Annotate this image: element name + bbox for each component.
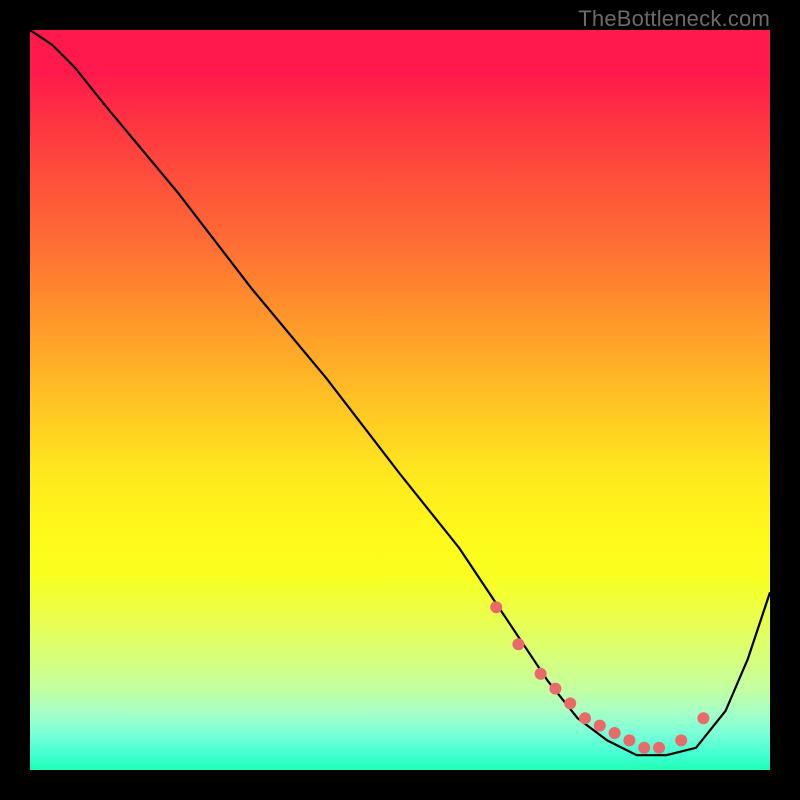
- optimal-marker: [653, 742, 665, 754]
- optimal-marker: [594, 720, 606, 732]
- optimal-marker: [490, 601, 502, 613]
- bottleneck-curve: [30, 30, 770, 755]
- optimal-marker: [675, 734, 687, 746]
- optimal-marker: [697, 712, 709, 724]
- plot-area: [30, 30, 770, 770]
- watermark-text: TheBottleneck.com: [578, 6, 770, 32]
- chart-frame: TheBottleneck.com: [0, 0, 800, 800]
- optimal-marker-group: [490, 601, 709, 754]
- optimal-marker: [549, 683, 561, 695]
- optimal-marker: [609, 727, 621, 739]
- optimal-marker: [535, 668, 547, 680]
- optimal-marker: [638, 742, 650, 754]
- optimal-marker: [579, 712, 591, 724]
- optimal-marker: [512, 638, 524, 650]
- optimal-marker: [564, 697, 576, 709]
- optimal-marker: [623, 734, 635, 746]
- curve-layer: [30, 30, 770, 770]
